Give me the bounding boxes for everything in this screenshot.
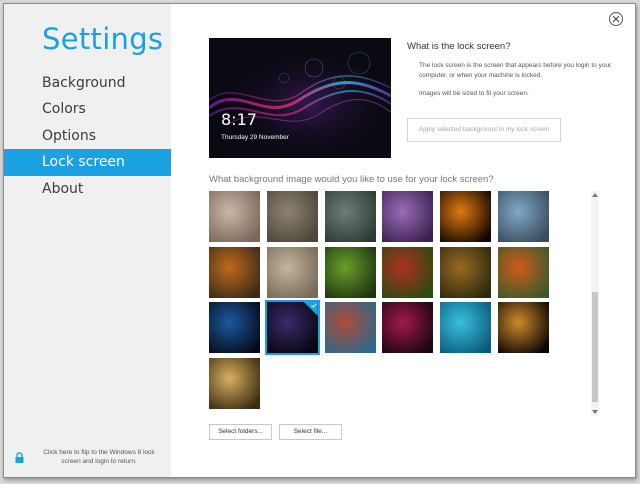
sidebar-item-lock-screen[interactable]: Lock screen [4, 149, 171, 176]
lock-screen-preview: 8:17 Thursday 29 November [209, 38, 391, 158]
sidebar-item-background[interactable]: Background [4, 70, 171, 96]
thumbnail-fire-glow[interactable] [440, 191, 492, 242]
scroll-down-arrow-icon[interactable] [592, 410, 598, 414]
thumbnail-grid [209, 191, 589, 416]
thumbnail-red-leaf[interactable] [382, 246, 434, 298]
select-folders-button[interactable]: Select folders... [209, 424, 272, 440]
select-file-button[interactable]: Select file... [279, 424, 342, 440]
lock-screen-info-description: The lock screen is the screen that appea… [419, 62, 612, 79]
thumbnail-sand-rock[interactable] [266, 246, 318, 298]
lock-screen-flip-text: Click here to flip to the Windows 8 lock… [43, 449, 155, 465]
thumbnail-crimson-abstract[interactable] [382, 302, 434, 353]
sidebar: Settings Background Colors Options Lock … [4, 4, 171, 477]
sidebar-item-options[interactable]: Options [4, 123, 171, 149]
thumbnail-golden-tree[interactable] [209, 357, 260, 409]
lock-screen-info-note: Images will be sized to fit your screen. [419, 90, 529, 97]
thumbnail-orange-glow[interactable] [498, 302, 549, 353]
thumbnail-wave-dark[interactable] [264, 300, 320, 355]
padlock-icon [15, 452, 24, 463]
thumbnail-green-leaves[interactable] [324, 246, 376, 298]
background-question: What background image would you like to … [209, 174, 494, 185]
close-icon [612, 15, 620, 23]
thumbnail-shell-closeup[interactable] [324, 191, 376, 242]
selected-check-icon [303, 302, 318, 316]
thumbnail-blue-bokeh[interactable] [498, 191, 549, 242]
thumbnail-chameleon[interactable] [324, 302, 376, 353]
apply-background-button[interactable]: Apply selected background to my lock scr… [407, 118, 561, 142]
thumbnail-blue-light-streak[interactable] [209, 302, 260, 353]
thumbnail-warm-light[interactable] [209, 191, 260, 242]
thumbnail-rusty-metal[interactable] [209, 246, 260, 298]
preview-date: Thursday 29 November [221, 134, 289, 141]
thumbnail-lizard-texture[interactable] [266, 191, 318, 242]
sidebar-item-colors[interactable]: Colors [4, 96, 171, 122]
lock-screen-info-title: What is the lock screen? [407, 41, 511, 52]
settings-window: Settings Background Colors Options Lock … [3, 3, 636, 478]
sidebar-nav: Background Colors Options Lock screen Ab… [4, 70, 171, 202]
app-title: Settings [42, 22, 164, 56]
thumbnail-teal-waves[interactable] [440, 302, 492, 353]
scrollbar-thumb[interactable] [592, 292, 598, 402]
preview-time: 8:17 [221, 110, 257, 129]
scroll-up-arrow-icon[interactable] [592, 193, 598, 197]
thumbnail-orange-flower[interactable] [498, 246, 549, 298]
sidebar-item-about[interactable]: About [4, 176, 171, 202]
close-button[interactable] [609, 12, 623, 26]
gallery-scrollbar[interactable] [591, 191, 599, 416]
thumbnail-purple-petal[interactable] [382, 191, 434, 242]
thumbnail-autumn-bokeh[interactable] [440, 246, 492, 298]
